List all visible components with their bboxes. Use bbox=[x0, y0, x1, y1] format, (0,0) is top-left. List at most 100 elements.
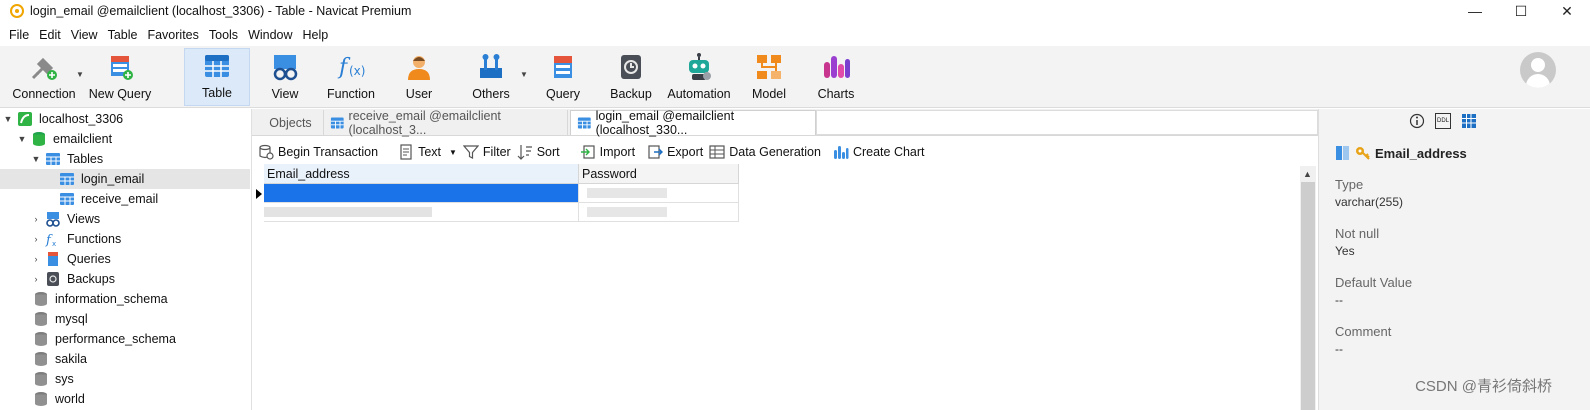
tab-objects[interactable]: Objects bbox=[258, 110, 324, 135]
table-cell-email-row1[interactable] bbox=[264, 184, 579, 203]
column-header-email-address[interactable]: Email_address bbox=[264, 164, 579, 184]
table-icon bbox=[60, 173, 74, 185]
data-generation-button[interactable]: Data Generation bbox=[709, 144, 821, 160]
comment-label: Comment bbox=[1335, 324, 1392, 339]
automation-button[interactable]: Automation bbox=[664, 48, 734, 106]
menu-bar: File Edit View Table Favorites Tools Win… bbox=[0, 24, 333, 46]
close-button[interactable]: ✕ bbox=[1544, 0, 1590, 22]
table-cell-email-row2[interactable] bbox=[264, 203, 579, 222]
model-button[interactable]: Model bbox=[744, 48, 794, 106]
collapse-caret-icon[interactable]: ▼ bbox=[16, 134, 28, 144]
menu-window[interactable]: Window bbox=[243, 28, 297, 42]
menu-edit[interactable]: Edit bbox=[34, 28, 66, 42]
ddl-icon[interactable]: DDL bbox=[1435, 113, 1451, 129]
menu-file[interactable]: File bbox=[4, 28, 34, 42]
navicat-logo-icon bbox=[10, 4, 24, 18]
maximize-button[interactable]: ☐ bbox=[1498, 0, 1544, 22]
expand-caret-icon[interactable]: › bbox=[30, 234, 42, 244]
others-tools-icon bbox=[480, 54, 502, 78]
new-query-button[interactable]: New Query bbox=[88, 48, 152, 106]
menu-table[interactable]: Table bbox=[103, 28, 143, 42]
tree-database-world[interactable]: world bbox=[0, 389, 250, 409]
tree-table-receive-email[interactable]: receive_email bbox=[0, 189, 250, 209]
database-icon bbox=[35, 312, 47, 326]
collapse-caret-icon[interactable]: ▼ bbox=[30, 154, 42, 164]
minimize-button[interactable]: — bbox=[1452, 0, 1498, 22]
begin-transaction-label: Begin Transaction bbox=[278, 145, 379, 159]
table-button[interactable]: Table bbox=[184, 48, 250, 106]
begin-transaction-button[interactable]: Begin Transaction bbox=[252, 144, 378, 160]
menu-help[interactable]: Help bbox=[298, 28, 334, 42]
tree-database-mysql[interactable]: mysql bbox=[0, 309, 250, 329]
object-info-panel: DDL Email_address Type varchar(255) Not … bbox=[1318, 109, 1590, 410]
collapse-caret-icon[interactable]: ▼ bbox=[2, 114, 14, 124]
connection-dropdown-icon[interactable]: ▼ bbox=[76, 70, 84, 79]
filter-button[interactable]: Filter bbox=[462, 144, 511, 160]
comment-value: -- bbox=[1335, 342, 1343, 356]
view-button[interactable]: View bbox=[256, 48, 314, 106]
tab-receive-email-label: receive_email @emailclient (localhost_3.… bbox=[348, 108, 501, 137]
tree-database-performance-schema[interactable]: performance_schema bbox=[0, 329, 250, 349]
info-panel-toolbar: DDL bbox=[1409, 113, 1477, 129]
tree-table-login-email[interactable]: login_email bbox=[0, 169, 250, 189]
user-avatar[interactable] bbox=[1520, 52, 1556, 88]
table-cell-password-row2[interactable] bbox=[579, 203, 739, 222]
function-button[interactable]: f (x) Function bbox=[322, 48, 380, 106]
export-button[interactable]: Export bbox=[641, 144, 703, 160]
tree-views[interactable]: › Views bbox=[0, 209, 250, 229]
menu-view[interactable]: View bbox=[66, 28, 103, 42]
export-label: Export bbox=[667, 145, 704, 159]
tree-connection[interactable]: ▼ localhost_3306 bbox=[0, 109, 250, 129]
tree-functions[interactable]: › f x Functions bbox=[0, 229, 250, 249]
scroll-up-icon[interactable]: ▲ bbox=[1303, 169, 1312, 179]
backup-button[interactable]: Backup bbox=[606, 48, 656, 106]
text-dropdown-icon[interactable]: ▼ bbox=[449, 148, 457, 157]
query-button[interactable]: Query bbox=[540, 48, 586, 106]
sort-button[interactable]: Sort bbox=[517, 144, 560, 160]
tab-strip-empty bbox=[816, 110, 1318, 135]
connection-button[interactable]: Connection bbox=[10, 48, 78, 106]
column-header-password[interactable]: Password bbox=[579, 164, 739, 184]
type-value: varchar(255) bbox=[1335, 195, 1404, 209]
tree-backups-label: Backups bbox=[67, 272, 115, 286]
ribbon-toolbar: Connection ▼ New Query Table View f (x) … bbox=[0, 46, 1590, 108]
export-icon bbox=[648, 145, 664, 159]
others-dropdown-icon[interactable]: ▼ bbox=[520, 70, 528, 79]
backup-icon bbox=[621, 55, 641, 79]
tree-tables-folder[interactable]: ▼ Tables bbox=[0, 149, 250, 169]
expand-caret-icon[interactable]: › bbox=[30, 254, 42, 264]
text-button[interactable]: Text ▼ bbox=[392, 144, 457, 160]
window-controls: — ☐ ✕ bbox=[1452, 0, 1590, 22]
info-icon[interactable] bbox=[1409, 113, 1425, 129]
menu-tools[interactable]: Tools bbox=[204, 28, 243, 42]
grid-view-icon[interactable] bbox=[1461, 113, 1477, 129]
connection-icon bbox=[18, 112, 32, 126]
tree-tables-label: Tables bbox=[67, 152, 104, 166]
tab-receive-email[interactable]: receive_email @emailclient (localhost_3.… bbox=[324, 108, 568, 137]
model-label: Model bbox=[751, 87, 787, 101]
tab-login-email[interactable]: login_email @emailclient (localhost_330.… bbox=[570, 109, 816, 137]
vertical-scrollbar[interactable]: ▲ bbox=[1300, 166, 1316, 410]
sort-icon bbox=[517, 145, 532, 160]
tree-database-sys[interactable]: sys bbox=[0, 369, 250, 389]
table-cell-password-row1[interactable] bbox=[579, 184, 739, 203]
expand-caret-icon[interactable]: › bbox=[30, 274, 42, 284]
tree-database-sakila[interactable]: sakila bbox=[0, 349, 250, 369]
charts-button[interactable]: Charts bbox=[812, 48, 860, 106]
menu-favorites[interactable]: Favorites bbox=[142, 28, 203, 42]
create-chart-button[interactable]: Create Chart bbox=[827, 144, 925, 160]
blurred-text bbox=[587, 207, 667, 217]
tree-database-information-schema[interactable]: information_schema bbox=[0, 289, 250, 309]
tree-backups[interactable]: › Backups bbox=[0, 269, 250, 289]
tree-database-label: sakila bbox=[55, 352, 87, 366]
others-button[interactable]: Others bbox=[466, 48, 516, 106]
data-grid: Email_address Password bbox=[252, 164, 1302, 410]
user-button[interactable]: User bbox=[392, 48, 446, 106]
scrollbar-thumb[interactable] bbox=[1301, 182, 1315, 410]
tree-database-emailclient[interactable]: ▼ emailclient bbox=[0, 129, 250, 149]
tree-queries[interactable]: › Queries bbox=[0, 249, 250, 269]
expand-caret-icon[interactable]: › bbox=[30, 214, 42, 224]
database-icon bbox=[35, 352, 47, 366]
not-null-value: Yes bbox=[1335, 244, 1355, 258]
import-button[interactable]: Import bbox=[574, 144, 635, 160]
